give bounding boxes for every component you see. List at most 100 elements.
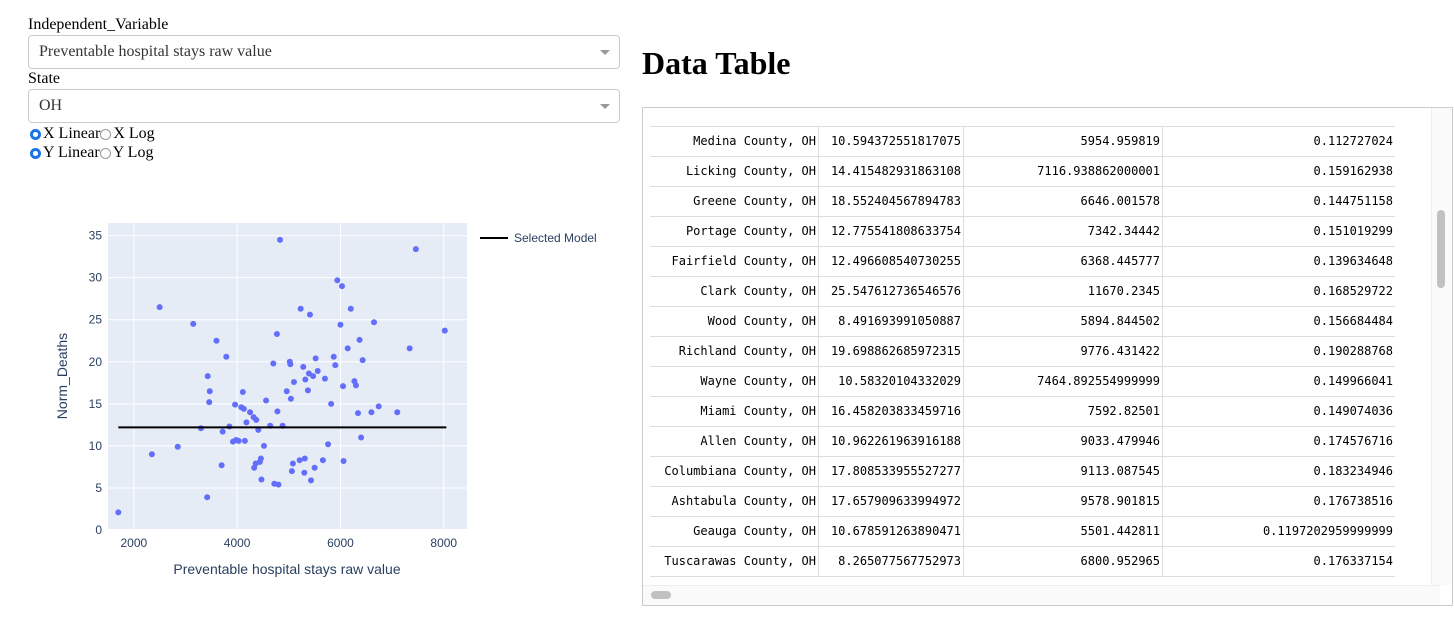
chevron-down-icon[interactable] [600,50,610,55]
scatter-point[interactable] [325,441,332,448]
scatter-point[interactable] [257,455,264,462]
scatter-point[interactable] [344,345,351,352]
legend-label[interactable]: Selected Model [514,231,597,245]
data-table[interactable]: Medina County, OH 10.594372551817075 5954.… [642,107,1453,606]
scatter-point[interactable] [300,363,307,370]
table-row[interactable]: Licking County, OH 14.415482931863108 7116… [650,156,1395,187]
scatter-point[interactable] [148,451,155,458]
scatter-point[interactable] [206,399,213,406]
scatter-point[interactable] [332,362,339,369]
table-row[interactable]: Medina County, OH 10.594372551817075 5954.… [650,126,1395,157]
vertical-scroll-track[interactable] [1431,108,1452,585]
scatter-point[interactable] [302,376,309,383]
scatter-point[interactable] [290,378,297,385]
table-row[interactable] [650,108,1395,127]
scatter-point[interactable] [297,305,304,312]
independent-variable-dropdown[interactable]: Preventable hospital stays raw value [28,35,620,69]
table-row[interactable]: Columbiana County, OH 17.808533955527277 9… [650,456,1395,487]
scatter-point[interactable] [375,403,382,410]
scatter-point[interactable] [219,428,226,435]
scatter-point[interactable] [328,400,335,407]
scatter-point[interactable] [337,321,344,328]
table-row[interactable]: Tuscarawas County, OH 8.265077567752973 68… [650,546,1395,577]
scatter-point[interactable] [304,387,311,394]
scatter-point[interactable] [206,388,213,395]
scatter-point[interactable] [277,236,284,243]
scatter-point[interactable] [412,246,419,253]
scatter-point[interactable] [359,357,366,364]
horizontal-scrollbar[interactable] [651,591,671,599]
x-linear-option[interactable]: X Linear [30,125,100,143]
scatter-point[interactable] [368,409,375,416]
scatter-point[interactable] [340,458,347,465]
vertical-scrollbar[interactable] [1437,210,1445,288]
scatter-point[interactable] [204,373,211,380]
y-linear-option[interactable]: Y Linear [30,144,100,162]
scatter-point[interactable] [174,443,181,450]
scatter-point[interactable] [289,460,296,467]
table-row[interactable]: Richland County, OH 19.698862685972315 977… [650,336,1395,367]
y-log-radio[interactable] [99,147,111,159]
x-linear-radio[interactable] [30,128,41,140]
scatter-point[interactable] [321,375,328,382]
scatter-point[interactable] [347,305,354,312]
scatter-point[interactable] [190,320,197,327]
scatter-point[interactable] [273,331,280,338]
x-log-option[interactable]: X Log [100,125,155,143]
table-row[interactable]: Wood County, OH 8.491693991050887 5894.844… [650,306,1395,337]
table-row[interactable]: Fairfield County, OH 12.496608540730255 63… [650,246,1395,277]
table-row[interactable]: Clark County, OH 25.547612736546576 11670.… [650,276,1395,307]
scatter-point[interactable] [239,389,246,396]
table-row[interactable]: Wayne County, OH 10.58320104332029 7464.89… [650,366,1395,397]
table-row[interactable]: Allen County, OH 10.962261963916188 9033.4… [650,426,1395,457]
scatter-point[interactable] [260,442,267,449]
state-dropdown[interactable]: OH [28,89,620,123]
x-log-radio[interactable] [100,128,112,140]
y-log-option[interactable]: Y Log [99,144,153,162]
scatter-point[interactable] [334,277,341,284]
scatter-point[interactable] [312,355,319,362]
scatter-point[interactable] [319,457,326,464]
scatter-point[interactable] [287,361,294,368]
table-row[interactable]: Greene County, OH 18.552404567894783 6646.… [650,186,1395,217]
scatter-point[interactable] [296,457,303,464]
scatter-point[interactable] [355,410,362,417]
scatter-point[interactable] [338,283,345,290]
scatter-point[interactable] [301,455,308,462]
scatter-point[interactable] [263,397,270,404]
scatter-point[interactable] [253,416,260,423]
scatter-point[interactable] [232,401,239,408]
table-row[interactable]: Geauga County, OH 10.678591263890471 5501.… [650,516,1395,547]
plot-area[interactable] [108,223,467,530]
scatter-point[interactable] [115,509,122,516]
scatter-point[interactable] [287,395,294,402]
scatter-point[interactable] [340,383,347,390]
chevron-down-icon[interactable] [600,104,610,109]
table-row[interactable]: Miami County, OH 16.458203833459716 7592.8… [650,396,1395,427]
scatter-point[interactable] [213,337,220,344]
scatter-point[interactable] [358,434,365,441]
scatter-point[interactable] [283,388,290,395]
scatter-point[interactable] [243,419,250,426]
scatter-point[interactable] [356,336,363,343]
table-row[interactable]: Ashtabula County, OH 17.657909633994972 95… [650,486,1395,517]
scatter-point[interactable] [241,437,248,444]
scatter-point[interactable] [274,408,281,415]
scatter-point[interactable] [371,319,378,326]
scatter-point[interactable] [288,468,295,475]
scatter-point[interactable] [394,409,401,416]
scatter-point[interactable] [352,382,359,389]
scatter-point[interactable] [308,477,315,484]
scatter-point[interactable] [306,311,313,318]
scatter-point[interactable] [240,405,247,412]
scatter-point[interactable] [301,469,308,476]
scatter-point[interactable] [314,368,321,375]
scatter-point[interactable] [218,462,225,469]
scatter-point[interactable] [330,353,337,360]
scatter-point[interactable] [406,345,413,352]
scatter-point[interactable] [235,437,242,444]
horizontal-scroll-track[interactable] [643,585,1440,605]
y-linear-radio[interactable] [30,147,41,159]
scatter-point[interactable] [275,481,282,488]
scatter-chart[interactable]: 2000 4000 6000 8000 0 5 10 15 20 25 30 35 Preventab… [0,210,620,610]
